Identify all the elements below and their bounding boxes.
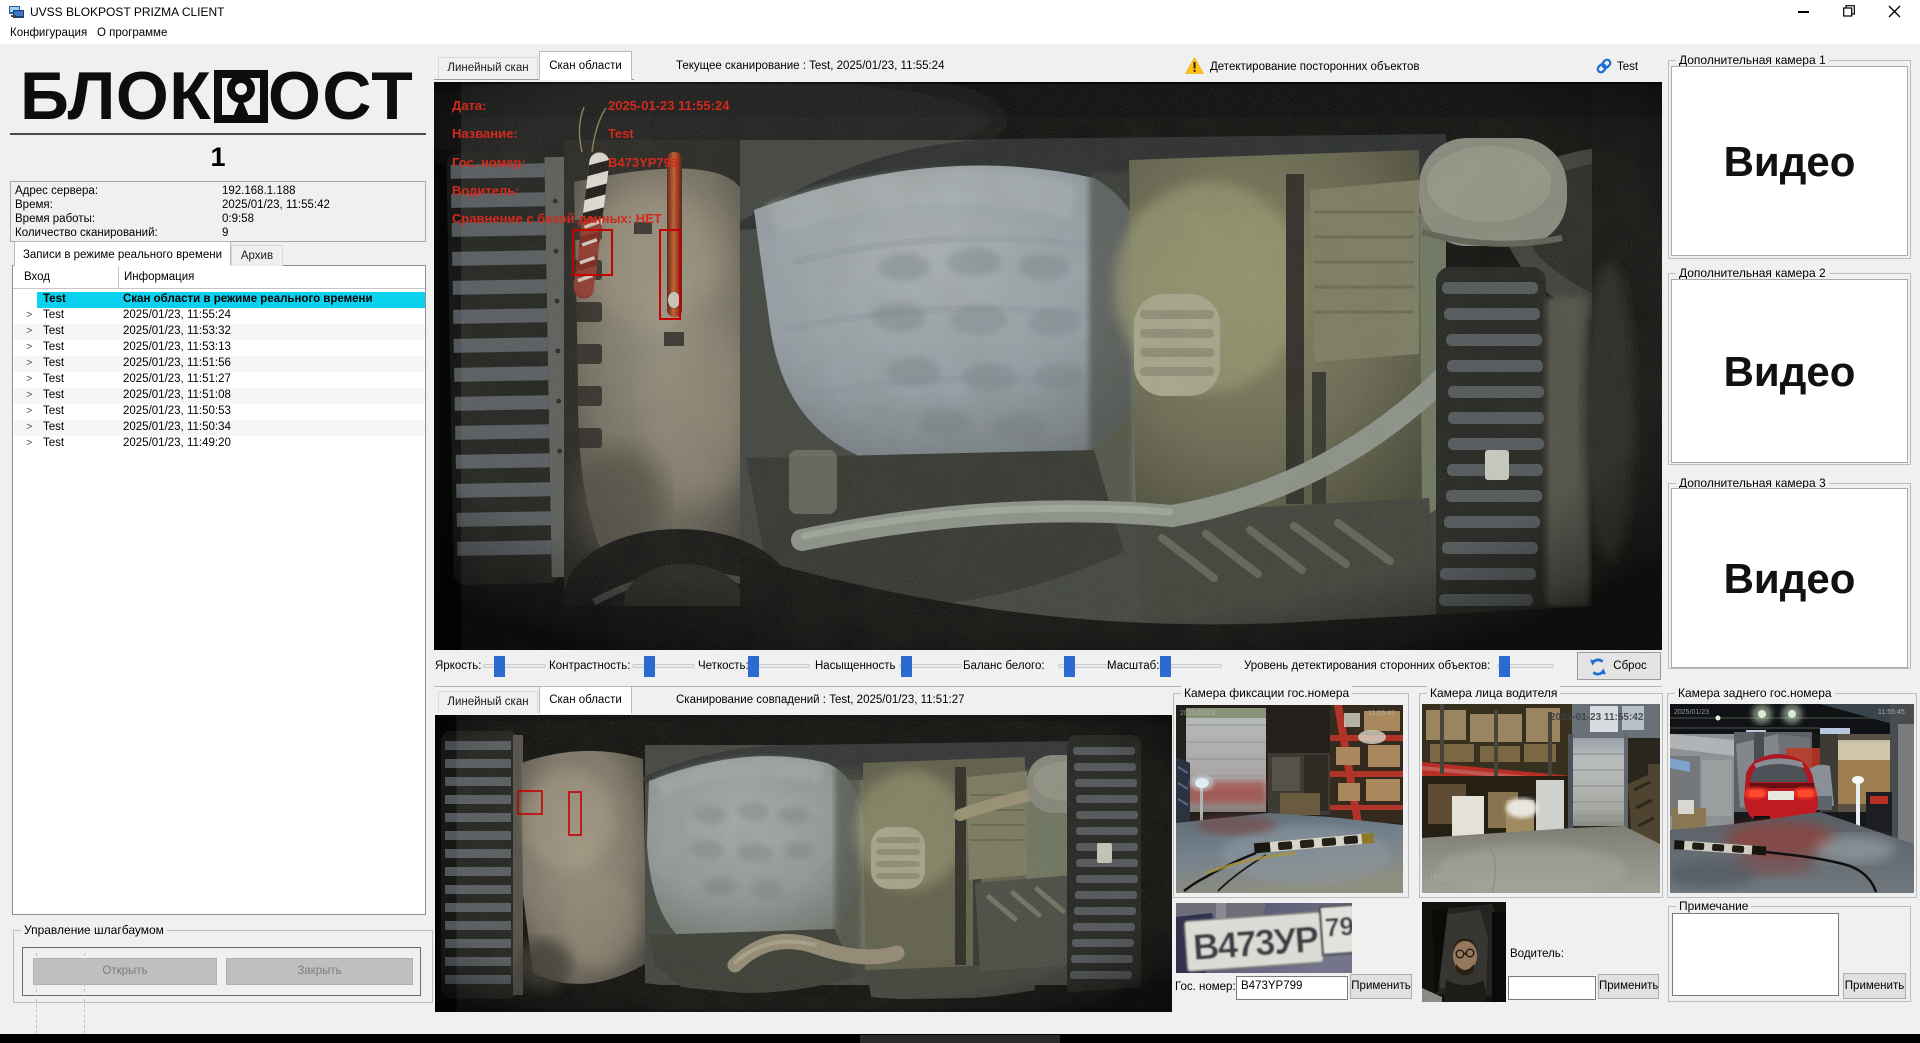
svg-text:Название:: Название:	[452, 126, 518, 141]
svg-text:БЛОК: БЛОК	[20, 62, 211, 128]
svg-text:Гос. номер:: Гос. номер:	[452, 155, 526, 170]
svg-text:В473УР: В473УР	[1192, 918, 1321, 968]
svg-text:B473YP799: B473YP799	[608, 155, 678, 170]
svg-text:11:55:45: 11:55:45	[1878, 709, 1905, 716]
svg-text:2025-01-23 11:55:42: 2025-01-23 11:55:42	[1550, 712, 1644, 723]
svg-text:2025/01/23: 2025/01/23	[1180, 710, 1215, 717]
svg-text:Test: Test	[608, 126, 634, 141]
svg-text:2025/01/23: 2025/01/23	[1674, 709, 1709, 716]
svg-text:2025-01-23 11:55:24: 2025-01-23 11:55:24	[608, 98, 730, 113]
svg-text:79: 79	[1324, 911, 1352, 943]
svg-text:ОСТ: ОСТ	[268, 62, 414, 128]
svg-text:Сравнение с базой данных: НЕТ: Сравнение с базой данных: НЕТ	[452, 211, 662, 226]
svg-text:IPC: IPC	[1430, 873, 1448, 885]
svg-text:11:55:42: 11:55:42	[1368, 710, 1395, 717]
svg-text:Водитель:: Водитель:	[452, 183, 520, 198]
svg-text:Дата:: Дата:	[452, 98, 486, 113]
